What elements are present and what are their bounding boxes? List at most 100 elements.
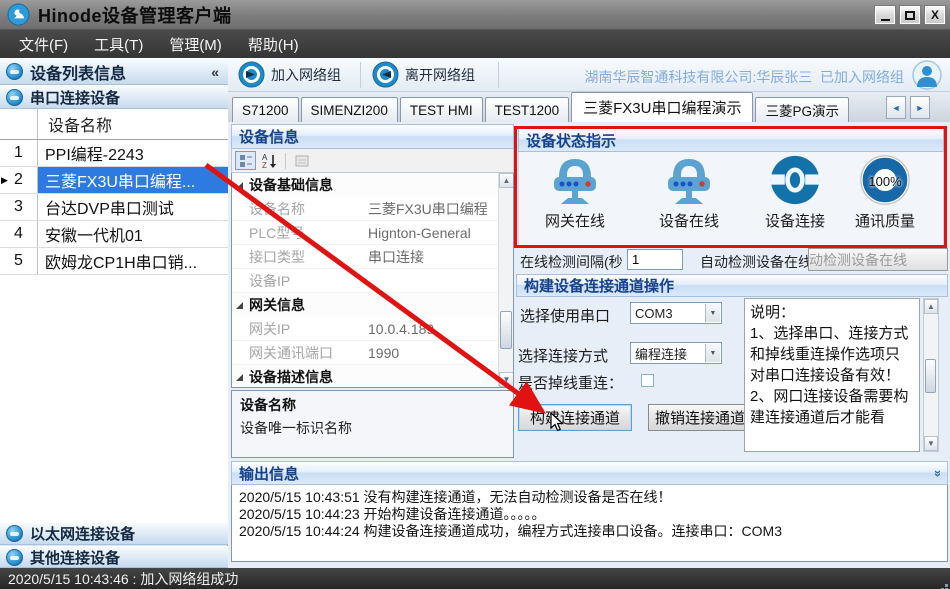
tab-scroll-left-button[interactable]: ◄ xyxy=(886,96,906,119)
property-category[interactable]: 设备基础信息 xyxy=(232,173,513,197)
reconnect-checkbox[interactable] xyxy=(641,374,654,387)
scroll-down-button[interactable]: ▼ xyxy=(924,436,938,451)
section-ethernet-devices[interactable]: 以太网连接设备 xyxy=(0,522,228,545)
property-row[interactable]: PLC型号Hignton-General xyxy=(232,221,513,245)
ethernet-section-icon xyxy=(6,525,23,542)
serial-port-select[interactable]: COM3 ▼ xyxy=(630,302,722,324)
join-network-icon xyxy=(238,61,265,88)
close-button[interactable]: X xyxy=(924,5,946,25)
menu-manage[interactable]: 管理(M) xyxy=(156,31,235,58)
channel-operations-header: 构建设备连接通道操作 xyxy=(516,274,948,297)
alphabetical-sort-button[interactable]: A Z xyxy=(259,151,280,170)
device-tab-bar: S71200SIMENZI200TEST HMITEST1200三菱FX3U串口… xyxy=(228,92,950,122)
device-row-name: 安徽一代机01 xyxy=(38,221,228,247)
device-row[interactable]: 3台达DVP串口测试 xyxy=(0,194,228,221)
property-row[interactable]: 设备名称三菱FX3U串口编程 xyxy=(232,197,513,221)
toolbar-separator xyxy=(498,62,499,88)
tab-item[interactable]: TEST1200 xyxy=(485,97,570,122)
tab-scroll-right-button[interactable]: ► xyxy=(910,96,930,119)
property-category-label: 设备基础信息 xyxy=(249,175,333,195)
menu-help[interactable]: 帮助(H) xyxy=(235,31,312,58)
combo-arrow-icon[interactable]: ▼ xyxy=(705,344,720,362)
serial-port-label: 选择使用串口 xyxy=(520,305,610,326)
resize-grip[interactable] xyxy=(945,584,948,587)
device-name-column-header: 设备名称 xyxy=(38,112,112,136)
device-row-number: ▶2 xyxy=(0,167,38,193)
destroy-channel-button[interactable]: 撤销连接通道 xyxy=(648,404,752,431)
menu-file[interactable]: 文件(F) xyxy=(6,31,81,58)
comm-quality-indicator: 100% 通讯质量 xyxy=(835,154,935,231)
device-row[interactable]: 4安徽一代机01 xyxy=(0,221,228,248)
connect-mode-select[interactable]: 编程连接 ▼ xyxy=(630,342,722,364)
property-row[interactable]: 设备IP xyxy=(232,269,513,293)
property-grid: 设备基础信息设备名称三菱FX3U串口编程PLC型号Hignton-General… xyxy=(231,173,514,388)
tab-item[interactable]: TEST HMI xyxy=(400,97,483,122)
device-table-body: 1PPI编程-2243▶2三菱FX3U串口编程...3台达DVP串口测试4安徽一… xyxy=(0,140,228,275)
sidebar-collapse-icon[interactable]: « xyxy=(208,64,222,80)
tab-item[interactable]: 三菱FX3U串口编程演示 xyxy=(571,92,753,122)
maximize-button[interactable] xyxy=(899,5,921,25)
expander-triangle-icon xyxy=(236,374,243,381)
sidebar-title: 设备列表信息 xyxy=(30,60,126,84)
property-pages-button[interactable] xyxy=(291,151,312,170)
scroll-up-icon: ▲ xyxy=(927,302,935,311)
device-list-sidebar: 设备列表信息 « 串口连接设备 设备名称 1PPI编程-2243▶2三菱FX3U… xyxy=(0,58,228,568)
selected-property-name: 设备名称 xyxy=(240,395,505,415)
property-name: 设备IP xyxy=(232,269,368,292)
output-log-lines: 2020/5/15 10:43:51 没有构建连接通道，无法自动检测设备是否在线… xyxy=(239,489,940,540)
output-log-line: 2020/5/15 10:44:23 开始构建设备连接通道。。。。。 xyxy=(239,506,940,523)
user-avatar-icon[interactable] xyxy=(912,60,942,90)
scrollbar-thumb[interactable] xyxy=(925,359,936,393)
menu-tools[interactable]: 工具(T) xyxy=(81,31,156,58)
tab-item[interactable]: S71200 xyxy=(232,97,299,122)
device-row[interactable]: 5欧姆龙CP1H串口销... xyxy=(0,248,228,275)
detect-interval-input[interactable] xyxy=(627,249,683,270)
device-row-number: 3 xyxy=(0,194,38,220)
tab-item[interactable]: SIMENZI200 xyxy=(301,97,398,122)
device-row[interactable]: ▶2三菱FX3U串口编程... xyxy=(0,167,228,194)
scroll-down-button[interactable]: ▼ xyxy=(499,372,514,387)
combo-arrow-icon[interactable]: ▼ xyxy=(705,304,720,322)
join-network-button[interactable]: 加入网络组 xyxy=(230,60,349,89)
scroll-up-button[interactable]: ▲ xyxy=(499,173,514,188)
device-row-name: 三菱FX3U串口编程... xyxy=(38,167,228,193)
tab-item[interactable]: 三菱PG演示 xyxy=(755,97,849,122)
output-info-header: 输出信息 « xyxy=(231,461,948,485)
serial-section-icon xyxy=(6,89,23,106)
note-scrollbar[interactable]: ▲ ▼ xyxy=(923,298,939,452)
status-bar: 2020/5/15 10:43:46 : 加入网络组成功 xyxy=(0,568,950,589)
property-pages-icon xyxy=(295,154,309,168)
categorized-view-button[interactable] xyxy=(235,151,256,170)
selected-property-description: 设备唯一标识名称 xyxy=(240,418,505,438)
minimize-button[interactable] xyxy=(874,5,896,25)
output-log-line: 2020/5/15 10:43:51 没有构建连接通道，无法自动检测设备是否在线… xyxy=(239,489,940,506)
row-pointer-icon: ▶ xyxy=(1,175,8,186)
status-message: 2020/5/15 10:43:46 : 加入网络组成功 xyxy=(8,569,238,589)
build-channel-button[interactable]: 构建连接通道 xyxy=(518,404,632,431)
window-title: Hinode设备管理客户端 xyxy=(38,2,232,28)
property-grid-rows: 设备基础信息设备名称三菱FX3U串口编程PLC型号Hignton-General… xyxy=(232,173,513,388)
scrollbar-thumb[interactable] xyxy=(500,311,512,349)
auto-detect-button[interactable]: 自动检测设备在线 xyxy=(808,248,948,271)
leave-network-icon xyxy=(372,61,399,88)
section-serial-devices[interactable]: 串口连接设备 xyxy=(0,85,228,109)
scroll-up-button[interactable]: ▲ xyxy=(924,299,938,314)
table-corner xyxy=(0,109,38,139)
property-row[interactable]: 接口类型串口连接 xyxy=(232,245,513,269)
output-log[interactable]: 2020/5/15 10:43:51 没有构建连接通道，无法自动检测设备是否在线… xyxy=(231,485,948,562)
property-description-box: 设备名称 设备唯一标识名称 xyxy=(231,390,514,458)
property-category[interactable]: 网关信息 xyxy=(232,293,513,317)
leave-network-button[interactable]: 离开网络组 xyxy=(364,60,483,89)
property-row[interactable]: 网关通讯端口1990 xyxy=(232,341,513,365)
property-row[interactable]: 网关IP10.0.4.189 xyxy=(232,317,513,341)
channel-note-text[interactable]: 说明： 1、选择串口、连接方式和掉线重连操作选项只对串口连接设备有效！ 2、网口… xyxy=(744,298,920,452)
online-detection-row: 在线检测间隔(秒 自动检测设备在线 自动检测设备在线 xyxy=(516,248,948,273)
property-grid-scrollbar[interactable]: ▲ ▼ xyxy=(498,173,513,387)
collapse-chevron-icon[interactable]: « xyxy=(929,469,944,476)
device-table-header: 设备名称 xyxy=(0,109,228,140)
property-grid-toolbar: A Z xyxy=(231,149,514,173)
scroll-down-icon: ▼ xyxy=(503,375,511,384)
section-other-devices[interactable]: 其他连接设备 xyxy=(0,546,228,568)
property-category[interactable]: 设备描述信息 xyxy=(232,365,513,388)
device-row[interactable]: 1PPI编程-2243 xyxy=(0,140,228,167)
